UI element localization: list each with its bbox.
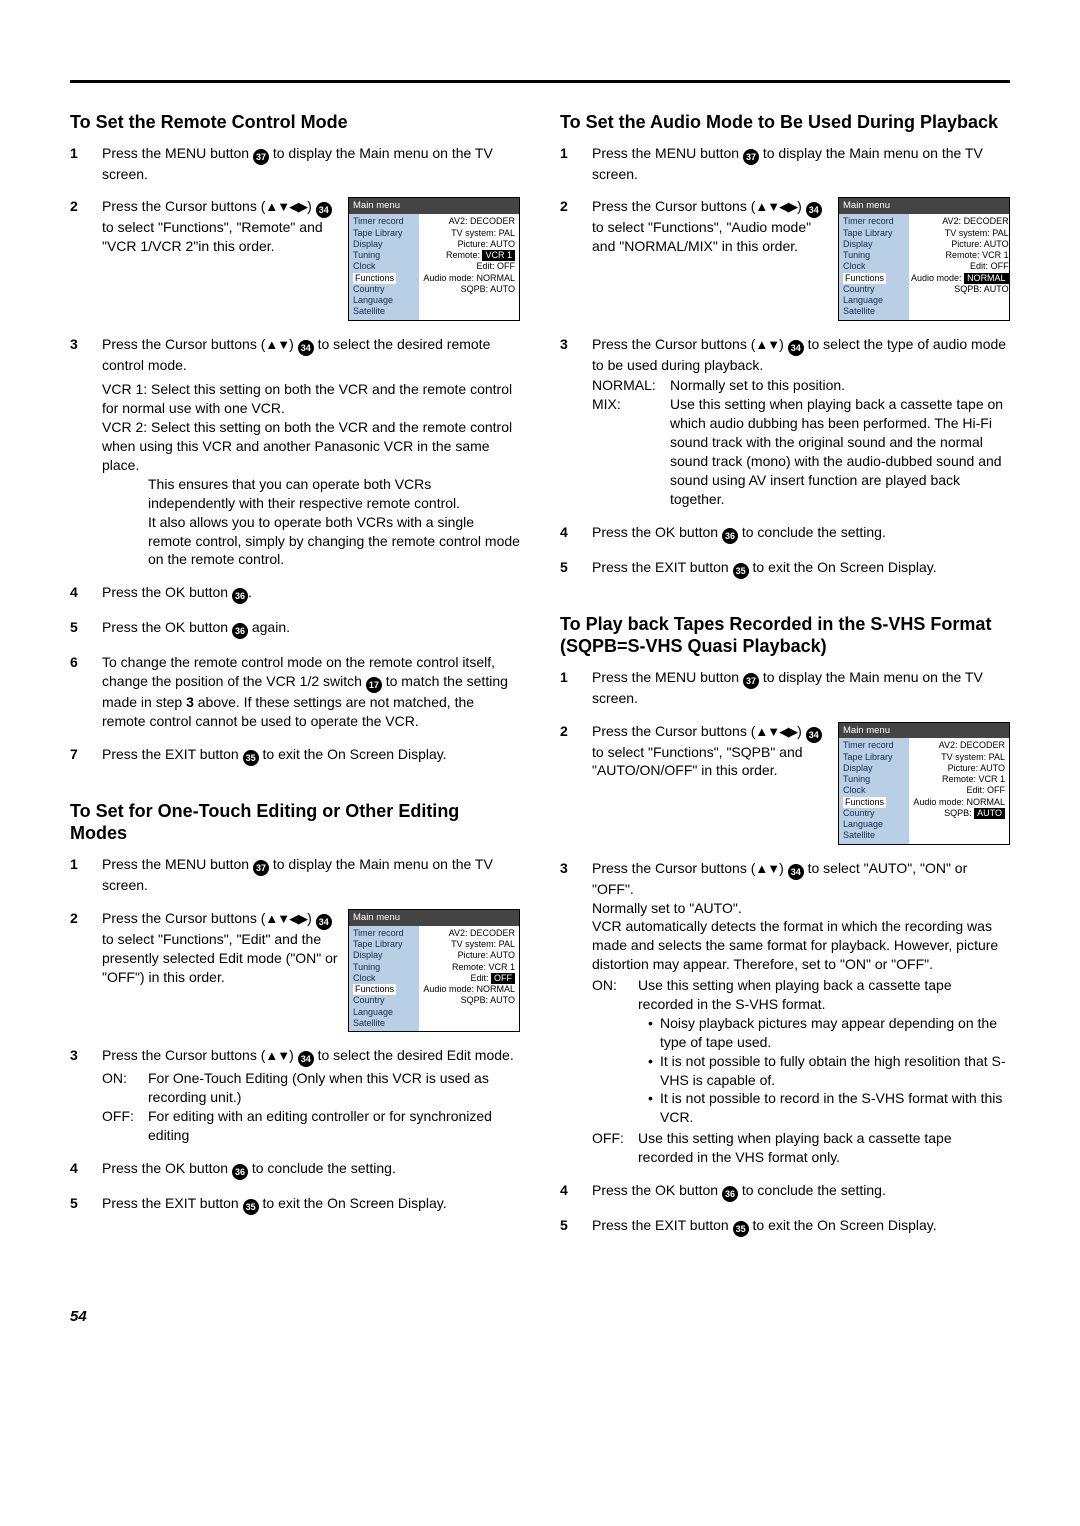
svhs-step-2: 2 Press the Cursor buttons (▲▼◀▶) 34 to … xyxy=(560,722,1010,845)
section-svhs: To Play back Tapes Recorded in the S-VHS… xyxy=(560,613,1010,1237)
ref-34: 34 xyxy=(806,202,822,218)
ref-17: 17 xyxy=(366,677,382,693)
osd-menu-edit: Main menu Timer recordTape LibraryDispla… xyxy=(348,909,520,1032)
section-remote: To Set the Remote Control Mode 1 Press t… xyxy=(70,111,520,766)
audio-step-5: 5 Press the EXIT button 35 to exit the O… xyxy=(560,558,1010,579)
svhs-step-4: 4 Press the OK button 36 to conclude the… xyxy=(560,1181,1010,1202)
menu-right-items: AV2: DECODER TV system: PAL Picture: AUT… xyxy=(419,214,519,319)
audio-step-2: 2 Press the Cursor buttons (▲▼◀▶) 34 to … xyxy=(560,197,1010,320)
audio-step-1: 1 Press the MENU button 37 to display th… xyxy=(560,144,1010,184)
ref-36: 36 xyxy=(232,623,248,639)
section-audio: To Set the Audio Mode to Be Used During … xyxy=(560,111,1010,579)
ref-36: 36 xyxy=(722,1186,738,1202)
heading-remote: To Set the Remote Control Mode xyxy=(70,111,520,134)
heading-edit: To Set for One-Touch Editing or Other Ed… xyxy=(70,800,520,845)
page-container: To Set the Remote Control Mode 1 Press t… xyxy=(0,0,1080,1367)
ref-34: 34 xyxy=(298,1051,314,1067)
section-edit: To Set for One-Touch Editing or Other Ed… xyxy=(70,800,520,1215)
ref-37: 37 xyxy=(743,673,759,689)
ref-37: 37 xyxy=(253,149,269,165)
page-number: 54 xyxy=(70,1307,1010,1327)
ref-34: 34 xyxy=(298,340,314,356)
remote-step-7: 7 Press the EXIT button 35 to exit the O… xyxy=(70,745,520,766)
heading-svhs: To Play back Tapes Recorded in the S-VHS… xyxy=(560,613,1010,658)
top-rule xyxy=(70,80,1010,83)
ref-36: 36 xyxy=(232,1164,248,1180)
ref-35: 35 xyxy=(243,750,259,766)
ref-37: 37 xyxy=(253,860,269,876)
osd-menu-remote: Main menu Timer record Tape Library Disp… xyxy=(348,197,520,320)
edit-step-2: 2 Press the Cursor buttons (▲▼◀▶) 34 to … xyxy=(70,909,520,1032)
remote-step-6: 6 To change the remote control mode on t… xyxy=(70,653,520,731)
svhs-step-1: 1 Press the MENU button 37 to display th… xyxy=(560,668,1010,708)
edit-step-1: 1 Press the MENU button 37 to display th… xyxy=(70,855,520,895)
ref-36: 36 xyxy=(232,588,248,604)
ref-35: 35 xyxy=(733,563,749,579)
ref-34: 34 xyxy=(316,914,332,930)
remote-step-5: 5 Press the OK button 36 again. xyxy=(70,618,520,639)
column-left: To Set the Remote Control Mode 1 Press t… xyxy=(70,111,520,1271)
osd-menu-audio: Main menu Timer recordTape LibraryDispla… xyxy=(838,197,1010,320)
remote-step-1: 1 Press the MENU button 37 to display th… xyxy=(70,144,520,184)
ref-34: 34 xyxy=(316,202,332,218)
svhs-step-3: 3 Press the Cursor buttons (▲▼) 34 to se… xyxy=(560,859,1010,1167)
content-columns: To Set the Remote Control Mode 1 Press t… xyxy=(70,111,1010,1271)
svhs-step-5: 5 Press the EXIT button 35 to exit the O… xyxy=(560,1216,1010,1237)
heading-audio: To Set the Audio Mode to Be Used During … xyxy=(560,111,1010,134)
column-right: To Set the Audio Mode to Be Used During … xyxy=(560,111,1010,1271)
ref-34: 34 xyxy=(788,340,804,356)
osd-menu-sqpb: Main menu Timer recordTape LibraryDispla… xyxy=(838,722,1010,845)
ref-34: 34 xyxy=(788,864,804,880)
ref-37: 37 xyxy=(743,149,759,165)
ref-35: 35 xyxy=(733,1221,749,1237)
audio-step-4: 4 Press the OK button 36 to conclude the… xyxy=(560,523,1010,544)
remote-vcr-defs: VCR 1: Select this setting on both the V… xyxy=(102,380,520,569)
ref-34: 34 xyxy=(806,727,822,743)
edit-step-4: 4 Press the OK button 36 to conclude the… xyxy=(70,1159,520,1180)
ref-36: 36 xyxy=(722,528,738,544)
audio-step-3: 3 Press the Cursor buttons (▲▼) 34 to se… xyxy=(560,335,1010,509)
remote-step-4: 4 Press the OK button 36. xyxy=(70,583,520,604)
remote-step-3: 3 Press the Cursor buttons (▲▼) 34 to se… xyxy=(70,335,520,375)
ref-35: 35 xyxy=(243,1199,259,1215)
edit-step-5: 5 Press the EXIT button 35 to exit the O… xyxy=(70,1194,520,1215)
remote-step-2: 2 Press the Cursor buttons (▲▼◀▶) 34 to … xyxy=(70,197,520,320)
edit-step-3: 3 Press the Cursor buttons (▲▼) 34 to se… xyxy=(70,1046,520,1145)
menu-left-items: Timer record Tape Library Display Tuning… xyxy=(349,214,419,319)
